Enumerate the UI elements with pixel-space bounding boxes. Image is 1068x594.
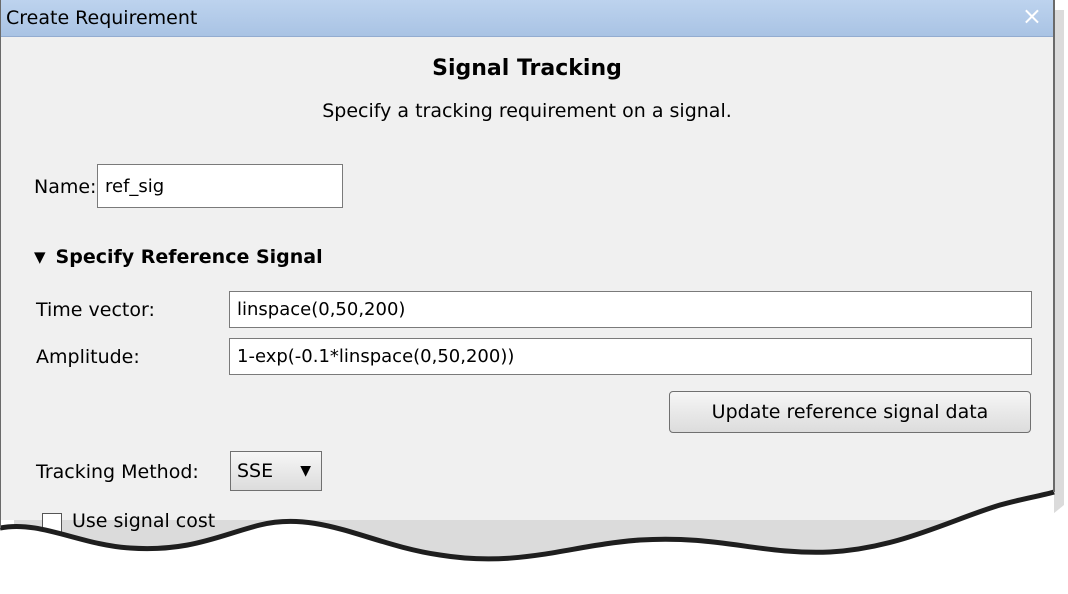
tracking-method-label: Tracking Method: (36, 461, 199, 483)
tracking-method-value: SSE (237, 460, 274, 482)
use-signal-cost-label: Use signal cost (72, 510, 216, 532)
tracking-method-dropdown[interactable]: SSE ▼ (230, 451, 322, 491)
amplitude-label: Amplitude: (36, 346, 140, 368)
name-input-value: ref_sig (105, 175, 165, 197)
expand-triangle-icon: ▼ (34, 248, 46, 266)
create-requirement-dialog: Create Requirement × Signal Tracking Spe… (0, 0, 1054, 533)
name-input[interactable]: ref_sig (97, 164, 343, 208)
chevron-down-icon: ▼ (300, 463, 311, 479)
dialog-heading: Signal Tracking (432, 56, 622, 81)
dialog-subheading: Specify a tracking requirement on a sign… (322, 100, 732, 122)
update-button-label: Update reference signal data (711, 401, 989, 423)
name-label: Name: (34, 176, 97, 198)
reference-signal-section-label: Specify Reference Signal (55, 246, 323, 268)
title-bar: Create Requirement × (0, 0, 1054, 37)
close-icon[interactable]: × (1022, 2, 1042, 30)
amplitude-input[interactable]: 1-exp(-0.1*linspace(0,50,200)) (229, 338, 1032, 375)
amplitude-value: 1-exp(-0.1*linspace(0,50,200)) (237, 346, 515, 367)
update-reference-signal-button[interactable]: Update reference signal data (669, 391, 1031, 433)
reference-signal-section-toggle[interactable]: ▼ Specify Reference Signal (34, 246, 323, 268)
time-vector-input[interactable]: linspace(0,50,200) (229, 291, 1032, 328)
use-signal-cost-checkbox[interactable] (42, 513, 62, 533)
time-vector-value: linspace(0,50,200) (237, 299, 406, 320)
window-title: Create Requirement (6, 7, 198, 29)
time-vector-label: Time vector: (36, 299, 155, 321)
